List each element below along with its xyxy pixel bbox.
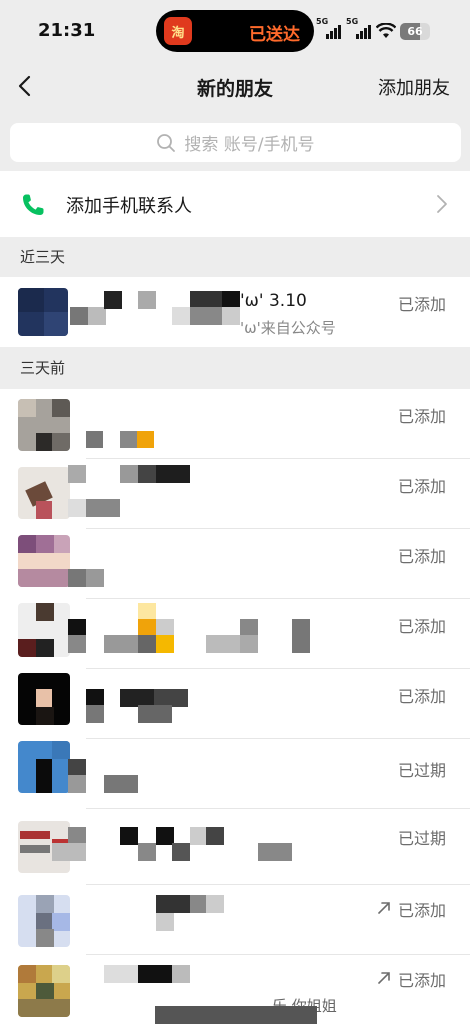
friend-request-row[interactable]: 已过期 [0, 809, 470, 885]
section-header-older: 三天前 [20, 359, 66, 377]
avatar [18, 673, 70, 725]
nav-bar: 新的朋友 添加朋友 [0, 62, 470, 110]
status-bar: 21:31 淘 已送达 5G 5G 66 [0, 0, 470, 62]
friend-request-row[interactable]: 已过期 [0, 739, 470, 809]
status-indicators: 5G 5G 66 [316, 17, 430, 44]
friend-request-row[interactable]: 已添加 [0, 389, 470, 459]
avatar [18, 467, 70, 519]
add-friend-button[interactable]: 添加朋友 [378, 74, 450, 100]
status-added: 已添加 [376, 967, 446, 991]
friend-request-row[interactable]: 已添加 [0, 459, 470, 529]
friend-request-row[interactable]: 已添加 [0, 599, 470, 669]
status-added: 已添加 [397, 617, 446, 636]
friend-request-row[interactable]: 已添加 [0, 669, 470, 739]
friend-source: 'ω'来自公众号 [240, 319, 336, 337]
status-added: 已添加 [397, 407, 446, 426]
section-header-recent: 近三天 [20, 248, 66, 266]
friend-request-row[interactable]: 'ω' 3.10 'ω'来自公众号 已添加 [0, 277, 470, 347]
island-status-text: 已送达 [249, 25, 300, 45]
home-indicator [155, 1006, 317, 1024]
friend-name: 'ω' 3.10 [240, 291, 307, 311]
friend-request-row[interactable]: 已添加 [0, 529, 470, 599]
wifi-icon [376, 23, 396, 38]
search-input[interactable]: 搜索 账号/手机号 [10, 123, 461, 162]
battery-icon: 66 [400, 22, 430, 40]
add-phone-contacts-label: 添加手机联系人 [66, 196, 192, 217]
avatar [18, 603, 70, 657]
status-added: 已添加 [397, 477, 446, 496]
search-icon [157, 133, 176, 152]
status-added: 已添加 [397, 687, 446, 706]
chevron-right-icon [437, 195, 447, 213]
taobao-app-icon: 淘 [164, 17, 192, 45]
signal-1-icon: 5G [316, 17, 342, 39]
status-time: 21:31 [38, 20, 96, 41]
avatar [18, 965, 70, 1017]
signal-2-icon: 5G [346, 17, 372, 39]
avatar [18, 895, 70, 947]
arrow-up-right-icon [378, 972, 390, 984]
avatar [18, 741, 70, 793]
search-placeholder: 搜索 账号/手机号 [184, 135, 315, 155]
add-phone-contacts-row[interactable]: 添加手机联系人 [0, 171, 470, 237]
dynamic-island[interactable]: 淘 已送达 [156, 10, 314, 52]
status-expired: 已过期 [397, 829, 446, 848]
status-added: 已添加 [397, 295, 446, 314]
avatar [18, 535, 70, 587]
arrow-up-right-icon [378, 902, 390, 914]
status-added: 已添加 [376, 897, 446, 921]
avatar [18, 288, 68, 336]
friend-request-row[interactable]: 已添加 [0, 885, 470, 955]
status-expired: 已过期 [397, 761, 446, 780]
phone-icon [23, 194, 44, 215]
avatar [18, 399, 70, 451]
status-added: 已添加 [397, 547, 446, 566]
